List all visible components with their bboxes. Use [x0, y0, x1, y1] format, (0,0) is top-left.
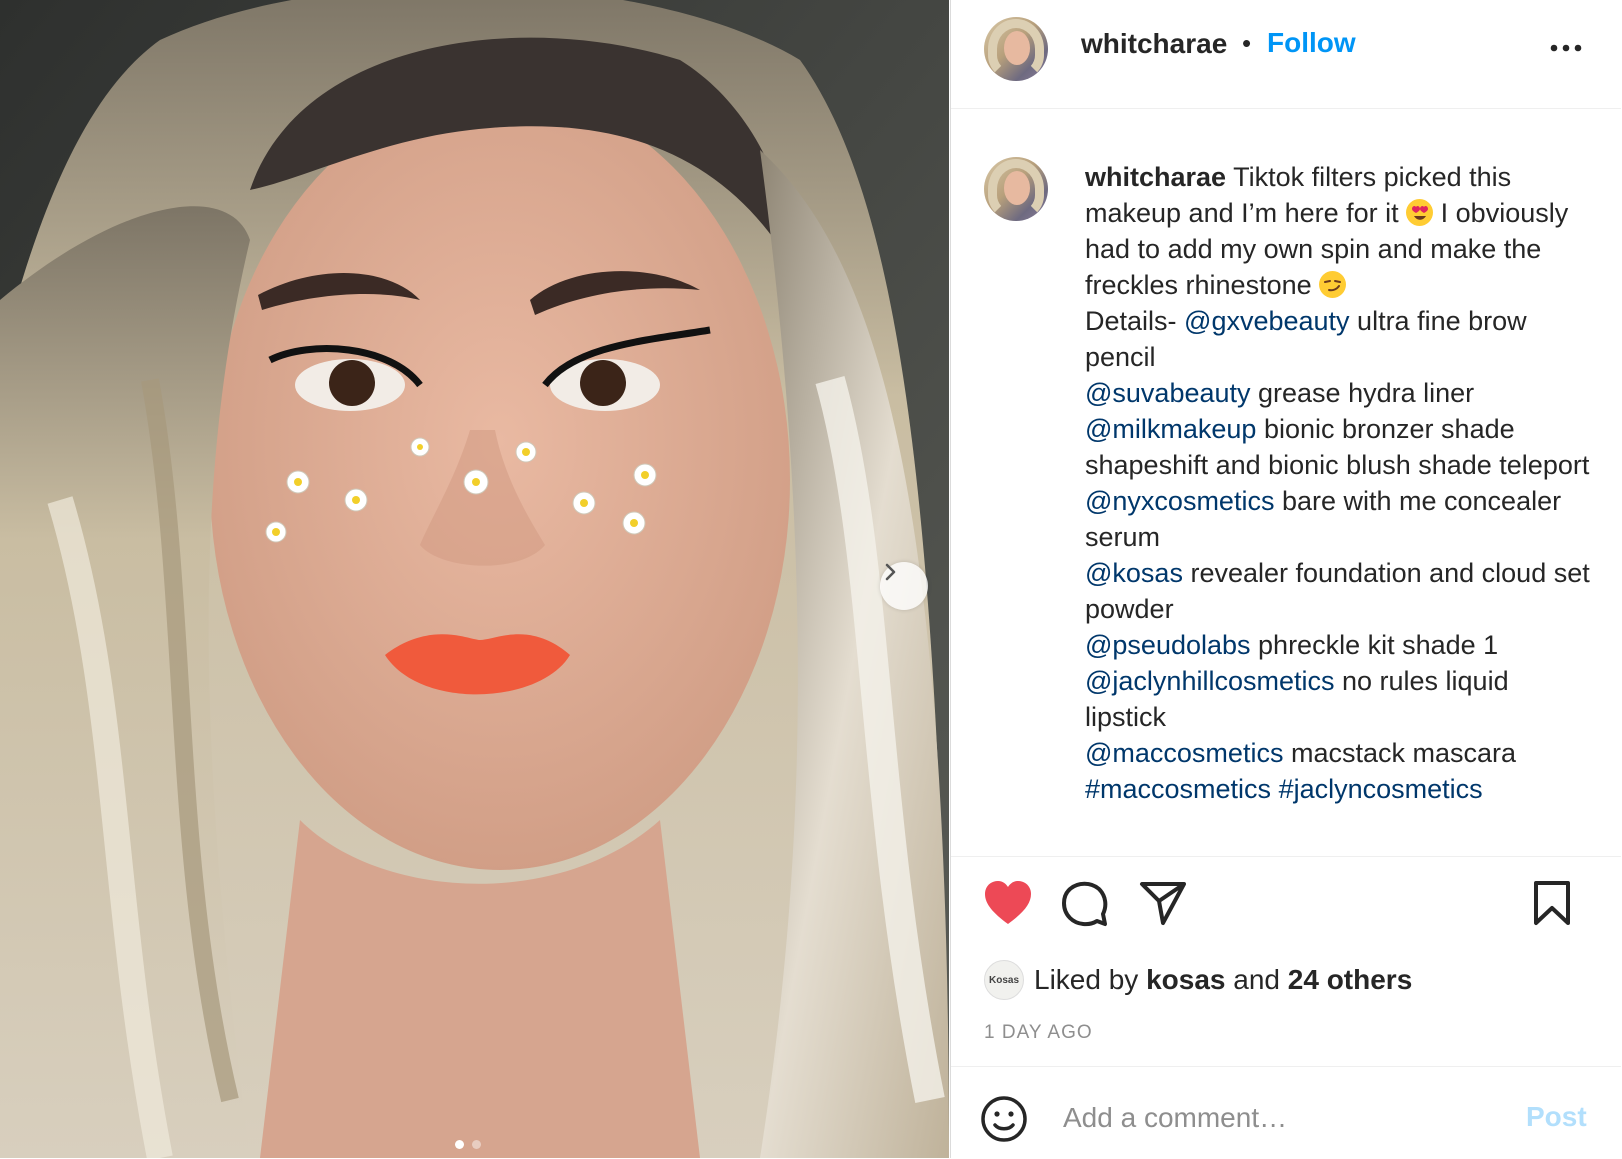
comment-icon[interactable] — [1061, 880, 1109, 928]
caption-username[interactable]: whitcharae — [1085, 162, 1226, 192]
post-header: whitcharae • Follow — [951, 0, 1621, 109]
heart-filled-icon[interactable] — [983, 880, 1033, 926]
mention-link[interactable]: @jaclynhillcosmetics — [1085, 666, 1334, 696]
caption-segment: phreckle kit shade 1 — [1250, 630, 1499, 660]
caption-section: whitcharae Tiktok filters picked this ma… — [951, 109, 1621, 857]
post-comment-button[interactable]: Post — [1526, 1101, 1587, 1133]
emoji-smiley-icon[interactable] — [980, 1095, 1028, 1143]
chevron-right-icon — [885, 563, 896, 581]
hashtag-link[interactable]: #jaclyncosmetics — [1279, 774, 1483, 804]
header-username[interactable]: whitcharae — [1081, 28, 1227, 60]
selfie-image — [0, 0, 949, 1158]
likes-summary[interactable]: Kosas Liked by kosas and 24 others — [984, 960, 1412, 1000]
hashtag-link[interactable]: #maccosmetics — [1085, 774, 1271, 804]
caption-text: whitcharae Tiktok filters picked this ma… — [1085, 159, 1593, 807]
post-photo[interactable] — [0, 0, 949, 1158]
mention-link[interactable]: @milkmakeup — [1085, 414, 1256, 444]
carousel-dot — [472, 1140, 481, 1149]
caption-segment: macstack mascara — [1283, 738, 1517, 768]
mention-link[interactable]: @suvabeauty — [1085, 378, 1251, 408]
paper-plane-icon[interactable] — [1139, 880, 1187, 926]
action-bar — [951, 860, 1621, 940]
follow-button[interactable]: Follow — [1267, 27, 1356, 59]
likes-prefix: Liked by — [1034, 964, 1147, 995]
carousel-dot-active — [455, 1140, 464, 1149]
first-liker-link[interactable]: kosas — [1146, 964, 1225, 995]
avatar-face — [1004, 171, 1030, 205]
comment-bar: Post — [951, 1066, 1621, 1159]
bookmark-icon[interactable] — [1533, 880, 1571, 926]
avatar[interactable] — [984, 17, 1048, 81]
header-separator: • — [1242, 28, 1252, 58]
mention-link[interactable]: @maccosmetics — [1085, 738, 1283, 768]
post-timestamp[interactable]: 1 DAY AGO — [984, 1022, 1093, 1044]
post-sidebar: whitcharae • Follow whitcharae Tiktok fi… — [950, 0, 1621, 1158]
liker-avatar[interactable]: Kosas — [984, 960, 1024, 1000]
carousel-dots — [455, 1140, 481, 1149]
caption-avatar[interactable] — [984, 157, 1048, 221]
heart-eyes-emoji-icon — [1406, 199, 1434, 226]
mention-link[interactable]: @nyxcosmetics — [1085, 486, 1274, 516]
caption-segment: grease hydra liner — [1250, 378, 1475, 408]
caption-segment: Details- — [1085, 306, 1185, 336]
smirk-emoji-icon — [1319, 271, 1347, 298]
likes-text: Liked by kosas and 24 others — [1034, 964, 1412, 996]
comment-input[interactable] — [1061, 1097, 1495, 1139]
others-link[interactable]: 24 others — [1288, 964, 1413, 995]
more-horizontal-icon[interactable] — [1546, 40, 1586, 56]
mention-link[interactable]: @gxvebeauty — [1184, 306, 1350, 336]
avatar-face — [1004, 31, 1030, 65]
carousel-next-button[interactable] — [880, 562, 928, 610]
mention-link[interactable]: @pseudolabs — [1085, 630, 1251, 660]
mention-link[interactable]: @kosas — [1085, 558, 1183, 588]
likes-middle: and — [1225, 964, 1288, 995]
